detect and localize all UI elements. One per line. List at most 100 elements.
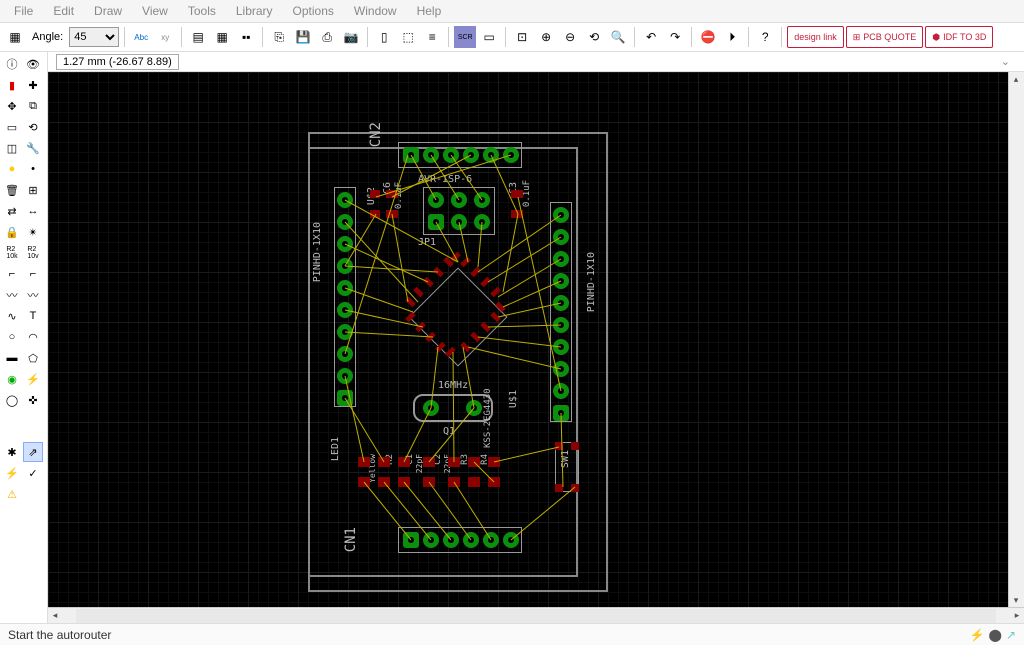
rotate-icon[interactable]: ⟲ xyxy=(23,117,43,137)
wire-icon[interactable]: ∿ xyxy=(2,306,22,326)
status-text: Start the autorouter xyxy=(8,628,111,642)
via-icon[interactable]: ◉ xyxy=(2,369,22,389)
menu-tools[interactable]: Tools xyxy=(178,2,226,20)
ripup-icon[interactable]: 〰 xyxy=(23,285,43,305)
menu-help[interactable]: Help xyxy=(407,2,452,20)
menu-options[interactable]: Options xyxy=(283,2,344,20)
autoroute-status-icon[interactable]: ↗ xyxy=(1006,628,1016,642)
layers-icon[interactable]: ≡ xyxy=(421,26,443,48)
scrollbar-vertical[interactable]: ▴ ▾ xyxy=(1008,72,1024,607)
label-freq: 16MHz xyxy=(438,380,468,391)
menu-view[interactable]: View xyxy=(132,2,178,20)
paste-icon[interactable]: ● xyxy=(2,159,22,179)
value-icon[interactable]: R210v xyxy=(23,243,43,263)
open-icon[interactable]: ⎘ xyxy=(268,26,290,48)
pinswap-icon[interactable]: ⇄ xyxy=(2,201,22,221)
lock-icon[interactable]: 🔒 xyxy=(2,222,22,242)
hole-icon[interactable]: ◯ xyxy=(2,390,22,410)
help-icon[interactable]: ? xyxy=(754,26,776,48)
main-toolbar: ▦ Angle: 45 Abc xy ▤ ▦ ▪▪ ⎘ 💾 ⎙ 📷 ▯ ⬚ ≡ … xyxy=(0,22,1024,52)
layout1-icon[interactable]: ▤ xyxy=(187,26,209,48)
idf3d-button[interactable]: ⬢IDF TO 3D xyxy=(925,26,993,48)
undo-icon[interactable]: ↶ xyxy=(640,26,662,48)
label-pinhd-left: PINHD-1X10 xyxy=(312,222,323,282)
menu-edit[interactable]: Edit xyxy=(43,2,84,20)
delete-icon[interactable]: 🗑 xyxy=(2,180,22,200)
change-icon[interactable]: 🔧 xyxy=(23,138,43,158)
cam-icon[interactable]: 📷 xyxy=(340,26,362,48)
text-icon[interactable]: T xyxy=(23,306,43,326)
go-icon[interactable]: ⏵ xyxy=(721,26,743,48)
move-icon[interactable]: ✥ xyxy=(2,96,22,116)
mirror-icon[interactable]: ▭ xyxy=(2,117,22,137)
stop-icon[interactable]: ⛔ xyxy=(697,26,719,48)
mark-icon[interactable]: ✚ xyxy=(23,75,43,95)
layer-icon[interactable]: ▮ xyxy=(2,75,22,95)
menu-file[interactable]: File xyxy=(4,2,43,20)
ratsnest-icon[interactable]: ✱ xyxy=(2,442,22,462)
name-icon[interactable]: R210k xyxy=(2,243,22,263)
miter-icon[interactable]: ⌐ xyxy=(2,264,22,284)
circle-icon[interactable]: ○ xyxy=(2,327,22,347)
designlink-button[interactable]: design link xyxy=(787,26,844,48)
statusbar: Start the autorouter ⚡ ⬤ ↗ xyxy=(0,623,1024,645)
label-cn1: CN1 xyxy=(343,527,359,552)
zoom-select-icon[interactable]: 🔍 xyxy=(607,26,629,48)
dot-icon[interactable]: • xyxy=(23,159,43,179)
signal-icon[interactable]: ⚡ xyxy=(23,369,43,389)
info-icon[interactable]: ⓘ xyxy=(2,54,22,74)
board-icon[interactable]: ⬚ xyxy=(397,26,419,48)
polygon-icon[interactable]: ⬠ xyxy=(23,348,43,368)
print-icon[interactable]: ⎙ xyxy=(316,26,338,48)
abc-icon[interactable]: Abc xyxy=(130,26,152,48)
route-icon[interactable]: 〰 xyxy=(2,285,22,305)
dropdown-icon[interactable]: ⌄ xyxy=(995,55,1016,68)
errors-icon[interactable]: ⚠ xyxy=(2,484,22,504)
label-c3v: 0.1uF xyxy=(522,180,532,207)
grid-icon[interactable]: ▦ xyxy=(4,26,26,48)
copy-icon[interactable]: ⧉ xyxy=(23,96,43,116)
menu-library[interactable]: Library xyxy=(226,2,283,20)
label-us1: U$1 xyxy=(508,390,519,408)
zoom-out-icon[interactable]: ⊖ xyxy=(559,26,581,48)
sheet-icon[interactable]: ▯ xyxy=(373,26,395,48)
redo-icon[interactable]: ↷ xyxy=(664,26,686,48)
layout3-icon[interactable]: ▪▪ xyxy=(235,26,257,48)
attribute-icon[interactable]: ✜ xyxy=(23,390,43,410)
split-icon[interactable]: ⌐ xyxy=(23,264,43,284)
replace-icon[interactable]: ↔ xyxy=(23,201,43,221)
smash-icon[interactable]: ✴ xyxy=(23,222,43,242)
menu-draw[interactable]: Draw xyxy=(84,2,132,20)
add-icon[interactable]: ⊞ xyxy=(23,180,43,200)
pcb-canvas[interactable]: ▴ ▾ CN2 AVR-ISP-6 xyxy=(48,72,1024,607)
erc-icon[interactable]: ⚡ xyxy=(2,463,22,483)
group-icon[interactable]: ◫ xyxy=(2,138,22,158)
pcbquote-button[interactable]: ⊞PCB QUOTE xyxy=(846,26,924,48)
script-icon[interactable]: SCR xyxy=(454,26,476,48)
angle-label: Angle: xyxy=(32,31,63,43)
xy-icon[interactable]: xy xyxy=(154,26,176,48)
globe-icon[interactable]: ⬤ xyxy=(989,628,1002,642)
angle-select[interactable]: 45 xyxy=(69,27,119,47)
autorouter-icon[interactable]: ⇗ xyxy=(23,442,43,462)
save-icon[interactable]: 💾 xyxy=(292,26,314,48)
label-sw1: SW1 xyxy=(560,450,571,468)
zoom-fit-icon[interactable]: ⊡ xyxy=(511,26,533,48)
layout2-icon[interactable]: ▦ xyxy=(211,26,233,48)
label-avr: AVR-ISP-6 xyxy=(418,174,472,185)
coordinate-bar: 1.27 mm (-26.67 8.89) ⌄ xyxy=(48,52,1024,72)
zoom-in-icon[interactable]: ⊕ xyxy=(535,26,557,48)
ulp-icon[interactable]: ▭ xyxy=(478,26,500,48)
left-toolbox: ⓘ 👁 ▮ ✚ ✥ ⧉ ▭ ⟲ ◫ 🔧 ● • 🗑 ⊞ ⇄ ↔ 🔒 ✴ R210… xyxy=(0,52,48,623)
bolt-icon[interactable]: ⚡ xyxy=(970,628,985,642)
drc-icon[interactable]: ✓ xyxy=(23,463,43,483)
arc-icon[interactable]: ◠ xyxy=(23,327,43,347)
main-area: ⓘ 👁 ▮ ✚ ✥ ⧉ ▭ ⟲ ◫ 🔧 ● • 🗑 ⊞ ⇄ ↔ 🔒 ✴ R210… xyxy=(0,52,1024,623)
rect-icon[interactable]: ▬ xyxy=(2,348,22,368)
scrollbar-horizontal[interactable]: ◂ ▸ xyxy=(48,607,1024,623)
zoom-redraw-icon[interactable]: ⟲ xyxy=(583,26,605,48)
label-jp1: JP1 xyxy=(418,237,436,248)
label-pinhd-right: PINHD-1X10 xyxy=(586,252,597,312)
menu-window[interactable]: Window xyxy=(344,2,407,20)
eye-icon[interactable]: 👁 xyxy=(23,54,43,74)
